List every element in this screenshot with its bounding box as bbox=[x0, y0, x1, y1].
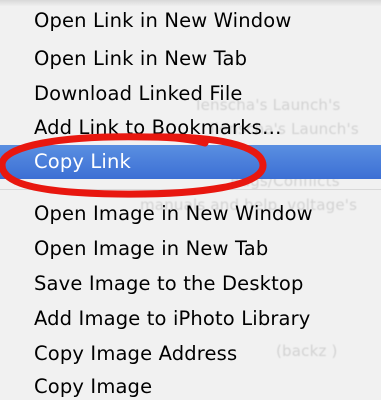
menu-item-open-link-new-window[interactable]: Open Link in New Window bbox=[0, 4, 381, 38]
menu-item-open-link-new-tab[interactable]: Open Link in New Tab bbox=[0, 42, 381, 76]
context-menu: Open Link in New Window Open Link in New… bbox=[0, 0, 381, 400]
menu-item-copy-link[interactable]: Copy Link bbox=[0, 145, 381, 179]
context-menu-screenshot: Ienscha's Launch's Ilenscha's Launch's B… bbox=[0, 0, 381, 400]
menu-item-download-linked-file[interactable]: Download Linked File bbox=[0, 77, 381, 111]
menu-item-open-image-new-window[interactable]: Open Image in New Window bbox=[0, 197, 381, 231]
menu-item-copy-image-address[interactable]: Copy Image Address bbox=[0, 337, 381, 371]
menu-item-save-image-to-desktop[interactable]: Save Image to the Desktop bbox=[0, 267, 381, 301]
menu-item-add-link-to-bookmarks[interactable]: Add Link to Bookmarks… bbox=[0, 111, 381, 145]
menu-separator bbox=[0, 185, 381, 193]
menu-item-open-image-new-tab[interactable]: Open Image in New Tab bbox=[0, 232, 381, 266]
menu-item-add-image-to-iphoto[interactable]: Add Image to iPhoto Library bbox=[0, 302, 381, 336]
menu-item-copy-image[interactable]: Copy Image bbox=[0, 370, 381, 400]
